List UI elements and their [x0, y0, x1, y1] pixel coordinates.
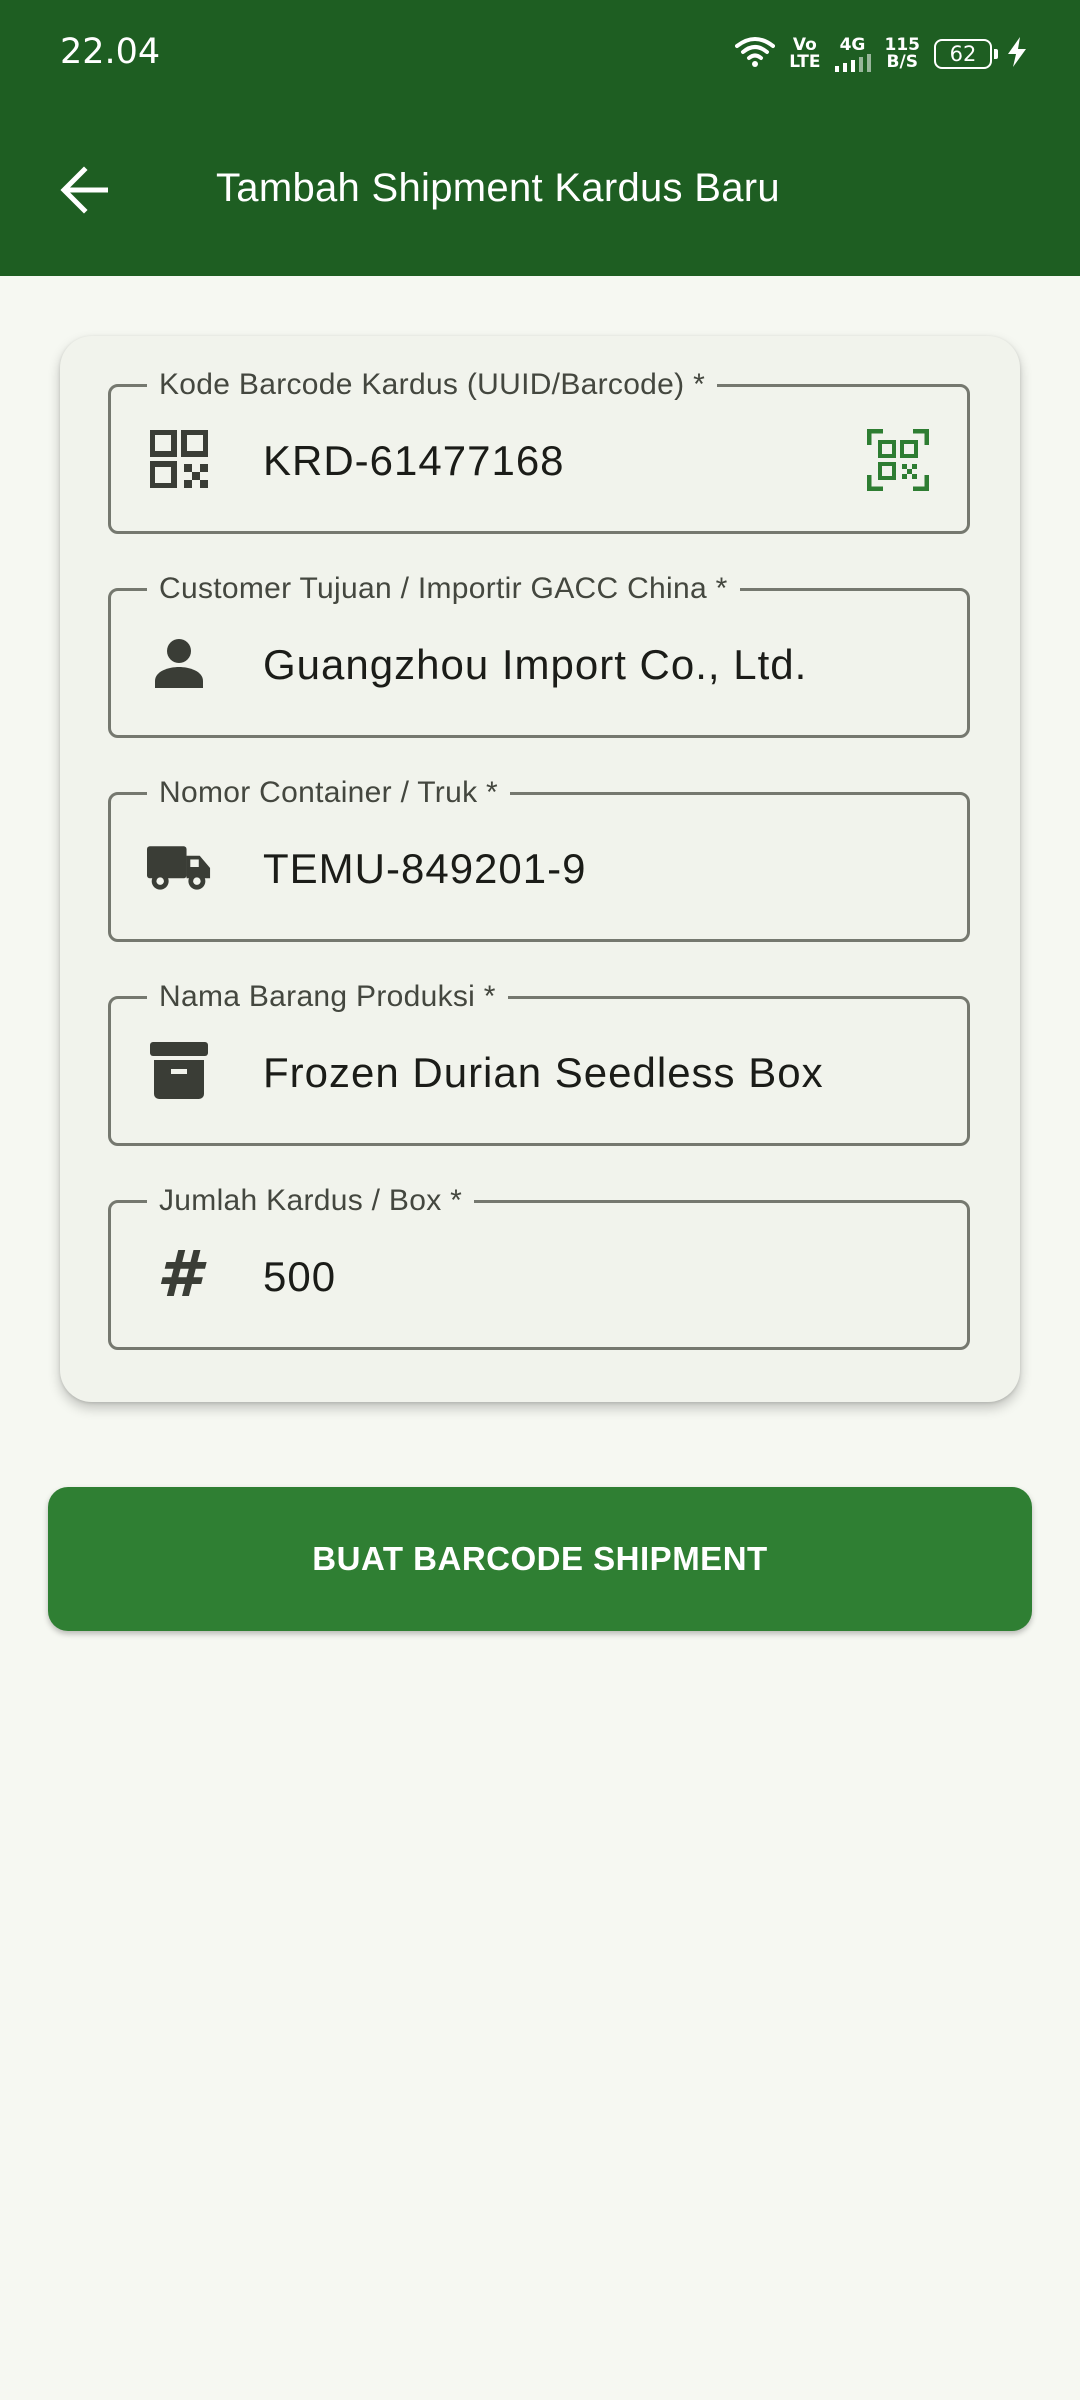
container-field[interactable]: Nomor Container / Truk * TEMU-849201-9 [108, 773, 970, 942]
customer-field-label: Customer Tujuan / Importir GACC China * [147, 569, 740, 609]
charging-bolt-icon [1006, 36, 1028, 72]
status-icons: Vo LTE 4G 115 B/S 62 [735, 30, 1028, 78]
form-card: Kode Barcode Kardus (UUID/Barcode) * KRD… [60, 336, 1020, 1402]
container-field-label: Nomor Container / Truk * [147, 773, 510, 813]
back-button[interactable] [50, 155, 120, 225]
archive-box-icon [147, 1039, 211, 1103]
person-icon [147, 631, 211, 695]
signal-bars-icon [834, 53, 871, 72]
quantity-field-label: Jumlah Kardus / Box * [147, 1181, 475, 1221]
battery-indicator: 62 [934, 39, 998, 69]
arrow-back-icon [60, 166, 108, 214]
status-time: 22.04 [60, 32, 161, 72]
create-barcode-button[interactable]: BUAT BARCODE SHIPMENT [48, 1487, 1032, 1631]
product-value: Frozen Durian Seedless Box [263, 1049, 824, 1096]
barcode-field[interactable]: Kode Barcode Kardus (UUID/Barcode) * KRD… [108, 365, 970, 534]
app-bar: 22.04 Vo LTE 4G 115 B/S 62 Tambah Shipme… [0, 0, 1080, 276]
network-signal: 4G [834, 36, 871, 72]
qr-code-icon [147, 427, 211, 491]
barcode-field-label: Kode Barcode Kardus (UUID/Barcode) * [147, 365, 718, 405]
wifi-icon [735, 36, 776, 73]
product-field[interactable]: Nama Barang Produksi * Frozen Durian See… [108, 977, 970, 1146]
page-title: Tambah Shipment Kardus Baru [216, 166, 780, 210]
container-value: TEMU-849201-9 [263, 845, 587, 892]
quantity-value: 500 [263, 1253, 337, 1300]
network-speed: 115 B/S [884, 35, 921, 72]
quantity-field[interactable]: Jumlah Kardus / Box * # 500 [108, 1181, 970, 1350]
volte-indicator: Vo LTE [789, 35, 821, 72]
qr-scan-icon[interactable] [865, 427, 931, 493]
customer-value: Guangzhou Import Co., Ltd. [263, 641, 808, 688]
product-field-label: Nama Barang Produksi * [147, 977, 508, 1017]
truck-icon [147, 835, 211, 899]
hash-icon: # [156, 1238, 202, 1312]
barcode-value: KRD-61477168 [263, 437, 565, 484]
customer-field[interactable]: Customer Tujuan / Importir GACC China * … [108, 569, 970, 738]
